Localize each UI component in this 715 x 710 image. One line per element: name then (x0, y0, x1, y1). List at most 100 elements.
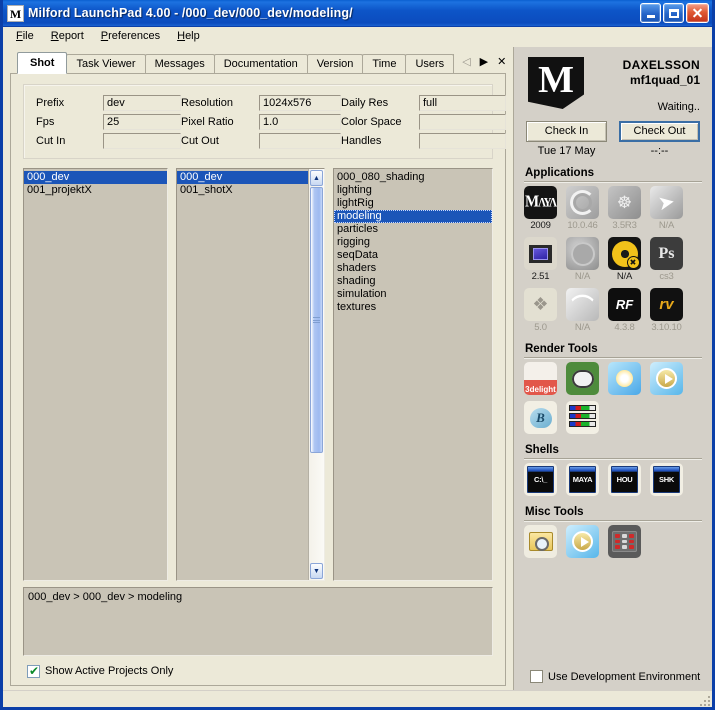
maximize-button[interactable] (663, 3, 684, 23)
shell-cmd[interactable]: C:\_ (524, 463, 557, 496)
check-in-button[interactable]: Check In (526, 121, 607, 142)
render-bag-icon[interactable]: B (524, 401, 557, 434)
field-pixel-ratio-input[interactable]: 1.0 (259, 113, 341, 130)
field-resolution-input[interactable]: 1024x576 (259, 94, 341, 111)
shell-maya-icon[interactable]: MAYA (566, 463, 599, 496)
tool-color-bars[interactable] (566, 401, 599, 434)
tool-render-sun[interactable] (608, 362, 641, 395)
list-item[interactable]: lighting (334, 184, 492, 197)
show-active-projects-row[interactable]: Show Active Projects Only (27, 663, 495, 679)
tab-task-viewer[interactable]: Task Viewer (66, 54, 146, 73)
tool-3delight[interactable]: 3delight (524, 362, 557, 395)
field-prefix-input[interactable]: dev (103, 94, 181, 111)
project-listbox[interactable]: 000_dev 001_projektX (23, 168, 168, 581)
tab-time[interactable]: Time (362, 54, 407, 73)
app-realflow[interactable]: RF 4.3.8 (608, 288, 641, 333)
app-photoshop[interactable]: Ps cs3 (650, 237, 683, 282)
menu-help[interactable]: Help (170, 28, 208, 45)
field-cut-in-input[interactable] (103, 132, 181, 149)
list-item[interactable]: lightRig (334, 197, 492, 210)
menu-file[interactable]: File (9, 28, 42, 45)
list-item[interactable]: 001_shotX (177, 184, 308, 197)
render-play-icon[interactable] (650, 362, 683, 395)
scroll-down-icon[interactable]: ▼ (310, 563, 323, 579)
app-rv[interactable]: rv 3.10.10 (650, 288, 683, 333)
list-item[interactable]: seqData (334, 249, 492, 262)
shell-houdini-icon[interactable]: HOU (608, 463, 641, 496)
resize-grip-icon[interactable] (698, 694, 710, 706)
field-color-space-input[interactable] (419, 113, 506, 130)
scroll-track[interactable] (309, 187, 324, 562)
tool-render-bag[interactable]: B (524, 401, 557, 434)
misc-media-play[interactable] (566, 525, 599, 558)
field-fps-input[interactable]: 25 (103, 113, 181, 130)
control-panel-icon[interactable] (608, 525, 641, 558)
render-sun-icon[interactable] (608, 362, 641, 395)
shot-list-scrollbar[interactable]: ▲ ▼ (308, 169, 324, 580)
task-listbox[interactable]: 000_080_shading lighting lightRig modeli… (333, 168, 493, 581)
list-item[interactable]: particles (334, 223, 492, 236)
app-nuke-disc-grey[interactable]: N/A (566, 237, 599, 282)
field-cut-out-input[interactable] (259, 132, 341, 149)
color-bars-icon[interactable] (566, 401, 599, 434)
show-active-projects-checkbox[interactable] (27, 664, 40, 678)
tab-next-icon[interactable]: ▶ (480, 57, 488, 68)
shot-listbox[interactable]: 000_dev 001_shotX ▲ ▼ (176, 168, 325, 581)
list-item[interactable]: 000_080_shading (334, 171, 492, 184)
combustion-icon[interactable] (524, 237, 557, 270)
close-button[interactable] (686, 3, 709, 23)
app-xsi-runner[interactable]: ☸ 3.5R3 (608, 186, 641, 231)
list-item[interactable]: shaders (334, 262, 492, 275)
menu-report[interactable]: Report (44, 28, 92, 45)
realflow-icon[interactable]: RF (608, 288, 641, 321)
maya-icon[interactable]: MΛΥΛ (524, 186, 557, 219)
tab-messages[interactable]: Messages (144, 54, 215, 73)
xsi-runner-icon[interactable]: ☸ (608, 186, 641, 219)
list-item[interactable]: textures (334, 301, 492, 314)
tool-render-cow[interactable] (566, 362, 599, 395)
shell-maya[interactable]: MAYA (566, 463, 599, 496)
list-item[interactable]: 000_dev (24, 171, 167, 184)
list-item[interactable]: rigging (334, 236, 492, 249)
houdini-icon[interactable] (566, 186, 599, 219)
app-swoosh[interactable]: ⌒ N/A (566, 288, 599, 333)
minimize-button[interactable] (640, 3, 661, 23)
shell-houdini[interactable]: HOU (608, 463, 641, 496)
shake-icon[interactable]: ❖ (524, 288, 557, 321)
app-maya[interactable]: MΛΥΛ 2009 (524, 186, 557, 231)
nuke-swoosh-icon[interactable]: ➤ (650, 186, 683, 219)
app-nuke[interactable]: N/A (608, 237, 641, 282)
tool-render-play[interactable] (650, 362, 683, 395)
list-item[interactable]: modeling (334, 210, 492, 223)
media-play-icon[interactable] (566, 525, 599, 558)
tab-version[interactable]: Version (306, 54, 364, 73)
shell-shake-icon[interactable]: SHK (650, 463, 683, 496)
check-out-button[interactable]: Check Out (619, 121, 700, 142)
photoshop-icon[interactable]: Ps (650, 237, 683, 270)
nuke-icon[interactable] (608, 237, 641, 270)
render-cow-icon[interactable] (566, 362, 599, 395)
folder-search-icon[interactable] (524, 525, 557, 558)
rv-player-icon[interactable]: rv (650, 288, 683, 321)
use-dev-environment-row[interactable]: Use Development Environment (524, 670, 702, 690)
field-handles-input[interactable] (419, 132, 506, 149)
tab-close-icon[interactable]: ✕ (497, 57, 506, 68)
nuke-disc-grey-icon[interactable] (566, 237, 599, 270)
tab-users[interactable]: Users (405, 54, 455, 73)
scroll-thumb[interactable] (310, 187, 323, 454)
list-item[interactable]: 001_projektX (24, 184, 167, 197)
scroll-up-icon[interactable]: ▲ (310, 170, 323, 186)
app-combustion[interactable]: 2.51 (524, 237, 557, 282)
shell-cmd-icon[interactable]: C:\_ (524, 463, 557, 496)
list-item[interactable]: simulation (334, 288, 492, 301)
field-daily-res-input[interactable]: full (419, 94, 506, 111)
list-item[interactable]: shading (334, 275, 492, 288)
misc-folder-search[interactable] (524, 525, 557, 558)
use-dev-environment-checkbox[interactable] (530, 670, 543, 683)
misc-control-panel[interactable] (608, 525, 641, 558)
tab-documentation[interactable]: Documentation (213, 54, 308, 73)
shell-shake[interactable]: SHK (650, 463, 683, 496)
app-shake[interactable]: ❖ 5.0 (524, 288, 557, 333)
list-item[interactable]: 000_dev (177, 171, 308, 184)
tab-prev-icon[interactable]: ◁ (462, 57, 470, 68)
